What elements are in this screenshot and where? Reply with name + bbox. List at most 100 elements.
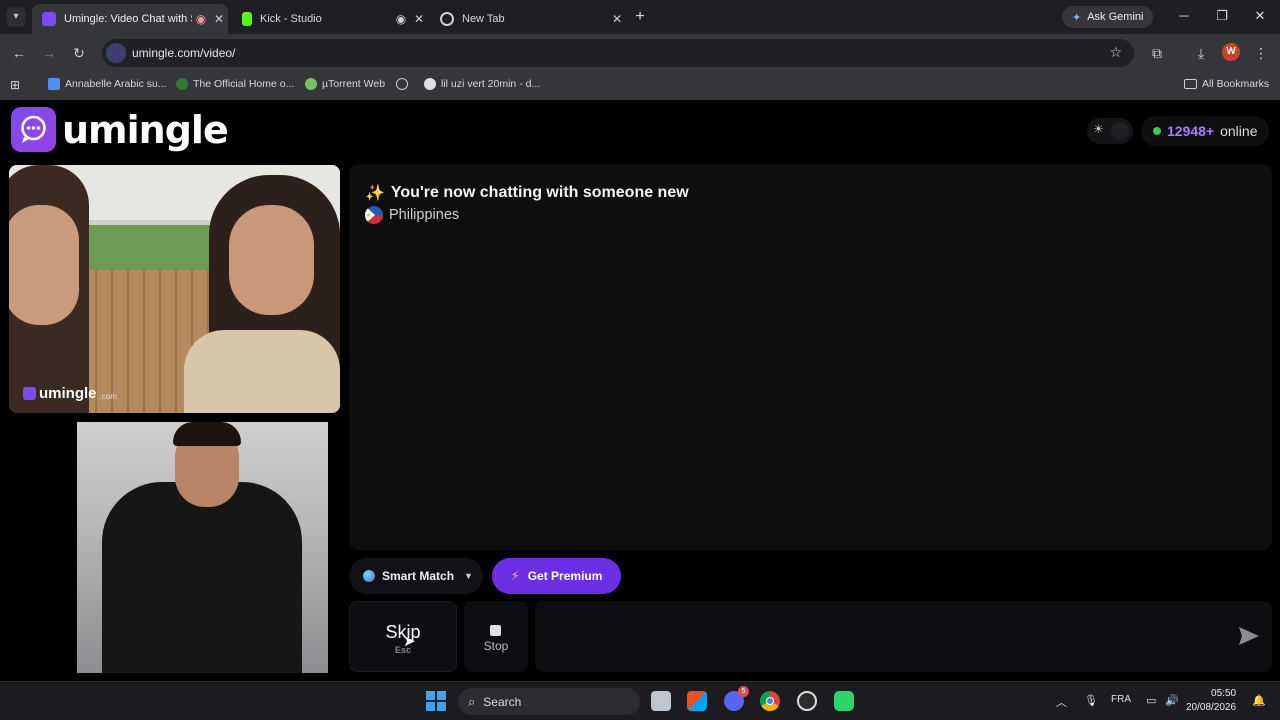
umingle-favicon-icon xyxy=(42,12,56,26)
chrome-favicon-icon xyxy=(440,12,454,26)
all-bookmarks[interactable]: All Bookmarks xyxy=(1184,78,1269,90)
stop-button[interactable]: Stop xyxy=(464,601,528,672)
all-bookmarks-label: All Bookmarks xyxy=(1202,78,1270,90)
app-green-icon[interactable] xyxy=(834,691,854,711)
umingle-page: umingle ☀ 12948+ online umingle .com ✨ Y… xyxy=(0,100,1280,681)
tab-close-icon[interactable]: ✕ xyxy=(608,12,626,26)
chart-icon xyxy=(48,78,60,90)
url-text: umingle.com/video/ xyxy=(132,46,236,60)
chat-bubble-icon xyxy=(11,107,56,152)
new-tab-button[interactable]: + xyxy=(630,7,650,27)
lightning-icon: ⚡ xyxy=(510,568,520,583)
bookmark-globe[interactable] xyxy=(396,78,408,90)
hair xyxy=(173,422,241,446)
windows-taskbar: ⌕ Search 5 ︿ 🎙 FRA ▭ 🔊 05:50 20/08/2026 … xyxy=(0,681,1280,720)
tab-search-button[interactable]: ▾ xyxy=(6,7,26,27)
smart-match-dropdown[interactable]: Smart Match ▼ xyxy=(349,558,483,594)
close-window-icon[interactable]: ✕ xyxy=(1250,8,1270,24)
bookmark-utorrent[interactable]: µTorrent Web xyxy=(305,78,385,90)
toggle-knob xyxy=(1111,122,1129,140)
theme-toggle[interactable]: ☀ xyxy=(1087,118,1133,144)
umingle-logo[interactable]: umingle xyxy=(11,107,229,152)
store-icon[interactable] xyxy=(687,691,707,711)
chat-title-text: You're now chatting with someone new xyxy=(390,184,689,201)
clock[interactable]: 05:50 20/08/2026 xyxy=(1186,687,1236,715)
obs-icon[interactable] xyxy=(797,691,817,711)
language-indicator[interactable]: FRA xyxy=(1111,694,1131,705)
get-premium-label: Get Premium xyxy=(527,569,603,583)
tab-title: New Tab xyxy=(462,13,505,25)
back-icon[interactable]: ← xyxy=(10,44,28,62)
tab-close-icon[interactable]: ✕ xyxy=(410,12,428,26)
bookmark-label: Annabelle Arabic su... xyxy=(65,78,167,90)
bookmark-star-icon[interactable]: ☆ xyxy=(1109,44,1122,61)
bookmark-label: µTorrent Web xyxy=(322,78,386,90)
self-video xyxy=(77,422,328,673)
bookmark-lil-uzi[interactable]: lil uzi vert 20min - d... xyxy=(424,78,540,90)
bookmark-label: lil uzi vert 20min - d... xyxy=(441,78,541,90)
globe-icon xyxy=(396,78,408,90)
country-name: Philippines xyxy=(389,207,460,223)
restore-icon[interactable]: ❐ xyxy=(1212,8,1232,24)
apps-grid-icon[interactable]: ⊞ xyxy=(10,78,20,92)
philippines-flag-icon xyxy=(365,206,383,224)
kick-favicon-icon xyxy=(242,12,252,26)
folder-icon xyxy=(1184,79,1197,89)
bookmark-official-home[interactable]: The Official Home o... xyxy=(176,78,294,90)
get-premium-button[interactable]: ⚡ Get Premium xyxy=(492,558,621,594)
volume-icon[interactable]: 🔊 xyxy=(1165,694,1179,707)
stranger-video: umingle .com xyxy=(9,165,340,413)
recording-icon: ◉ xyxy=(195,12,207,26)
taskbar-search-label: Search xyxy=(483,694,522,709)
message-input[interactable] xyxy=(535,601,1272,672)
bookmark-annabelle[interactable]: Annabelle Arabic su... xyxy=(48,78,167,90)
download-icon[interactable]: ⤓ xyxy=(1192,44,1210,62)
stop-label: Stop xyxy=(483,639,509,653)
minimize-icon[interactable]: ─ xyxy=(1174,8,1194,23)
discord-icon[interactable]: 5 xyxy=(724,686,749,711)
sparkles-icon: ✨ xyxy=(365,185,385,202)
person-body xyxy=(102,482,302,673)
recording-icon: ◉ xyxy=(395,12,407,26)
discord-badge: 5 xyxy=(738,686,749,697)
chrome-icon[interactable] xyxy=(760,691,780,711)
send-icon[interactable] xyxy=(1238,626,1260,646)
chrome-center xyxy=(766,697,774,705)
globe-icon xyxy=(363,570,375,582)
bookmark-label: The Official Home o... xyxy=(193,78,295,90)
watermark: umingle .com xyxy=(23,385,117,402)
tray-chevron-icon[interactable]: ︿ xyxy=(1056,694,1067,710)
stop-icon xyxy=(490,625,501,636)
tab-umingle[interactable]: Umingle: Video Chat with St ◉ ✕ xyxy=(32,4,228,34)
ask-gemini-button[interactable]: ✦ Ask Gemini xyxy=(1062,6,1154,28)
address-bar[interactable]: umingle.com/video/ ☆ xyxy=(102,39,1134,67)
extensions-icon[interactable]: ⧉ xyxy=(1148,44,1166,62)
play-icon xyxy=(424,78,436,90)
profile-avatar[interactable]: W xyxy=(1222,43,1240,61)
windows-start-icon[interactable] xyxy=(426,691,446,711)
tab-close-icon[interactable]: ✕ xyxy=(210,12,228,26)
tab-kick-studio[interactable]: Kick - Studio ◉ ✕ xyxy=(232,4,428,34)
online-counter: 12948+ online xyxy=(1141,116,1270,146)
forward-icon[interactable]: → xyxy=(40,44,58,62)
browser-nav-bar: ← → ↻ umingle.com/video/ ☆ ⧉ ⤓ W ⋮ xyxy=(0,34,1280,72)
network-icon[interactable]: ▭ xyxy=(1146,694,1156,707)
task-view-icon[interactable] xyxy=(651,691,671,711)
skip-button[interactable]: Skip Esc ➤ xyxy=(349,601,457,672)
tab-new-tab[interactable]: New Tab ✕ xyxy=(430,4,626,34)
ask-gemini-label: Ask Gemini xyxy=(1087,11,1144,23)
microphone-icon[interactable]: 🎙 xyxy=(1084,694,1098,707)
notification-bell-icon[interactable]: 🔔 xyxy=(1252,694,1266,707)
reload-icon[interactable]: ↻ xyxy=(70,44,88,62)
clock-time: 05:50 xyxy=(1211,688,1237,699)
face-left xyxy=(9,205,79,325)
site-info-icon[interactable] xyxy=(106,43,126,63)
logo-text: umingle xyxy=(62,107,229,152)
chevron-down-icon: ▼ xyxy=(464,571,473,581)
taskbar-search[interactable]: ⌕ Search xyxy=(458,688,640,715)
watermark-logo-icon xyxy=(23,387,36,400)
menu-kebab-icon[interactable]: ⋮ xyxy=(1252,44,1270,62)
tab-title: Umingle: Video Chat with St xyxy=(64,13,192,25)
leaf-icon xyxy=(176,78,188,90)
clock-date: 20/08/2026 xyxy=(1186,702,1237,713)
